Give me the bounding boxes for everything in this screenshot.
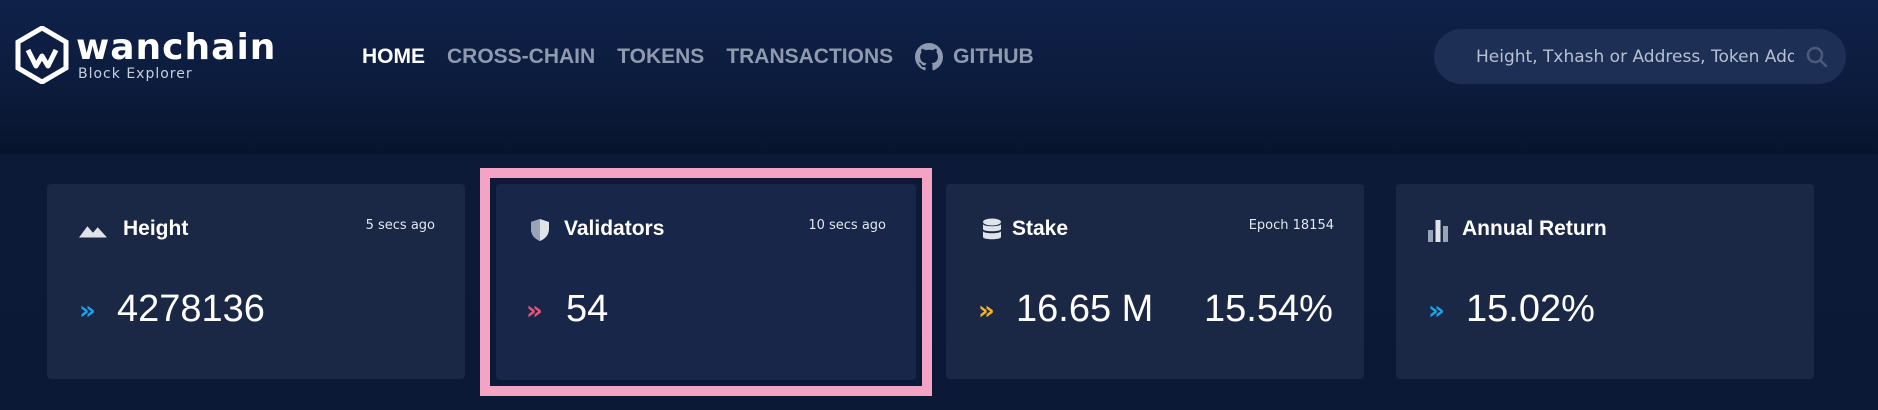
search-icon[interactable] (1806, 46, 1828, 73)
card-meta: 5 secs ago (365, 218, 435, 233)
height-card[interactable]: Height 5 secs ago » 4278136 (47, 184, 465, 379)
annual-return-card[interactable]: Annual Return » 15.02% (1396, 184, 1814, 379)
nav-github-label: GITHUB (953, 45, 1034, 68)
stake-card[interactable]: Stake Epoch 18154 » 16.65 M 15.54% (946, 184, 1364, 379)
logo[interactable]: wanchain Block Explorer (14, 26, 275, 86)
card-title: Annual Return (1462, 217, 1607, 240)
nav-cross-chain[interactable]: CROSS-CHAIN (447, 45, 595, 69)
stake-ratio: 15.54% (1204, 288, 1333, 330)
chevron-right-icon: » (79, 296, 96, 326)
bar-chart-icon (1424, 216, 1452, 244)
chevron-right-icon: » (1428, 296, 1445, 326)
brand-name: wanchain (76, 27, 277, 68)
mountain-icon (79, 216, 107, 244)
github-icon (915, 43, 944, 71)
card-value: 15.02% (1466, 288, 1595, 330)
chevron-right-icon: » (978, 296, 995, 326)
search-box (1434, 29, 1846, 84)
card-title: Stake (1012, 217, 1069, 240)
card-title: Height (123, 217, 189, 240)
nav-tokens[interactable]: TOKENS (617, 45, 704, 69)
search-input[interactable] (1476, 29, 1794, 84)
nav-home[interactable]: HOME (362, 45, 425, 69)
nav-transactions[interactable]: TRANSACTIONS (726, 45, 893, 69)
brand-subtitle: Block Explorer (78, 66, 193, 82)
wanchain-logo-icon (15, 26, 69, 84)
main-nav: HOME CROSS-CHAIN TOKENS TRANSACTIONS GIT… (362, 42, 1056, 72)
card-meta: Epoch 18154 (1248, 218, 1334, 233)
stake-amount: 16.65 M (1016, 288, 1154, 330)
nav-github[interactable]: GITHUB (915, 43, 1034, 71)
database-icon (978, 216, 1006, 244)
card-value: 4278136 (117, 288, 265, 330)
highlight-box (480, 168, 932, 396)
